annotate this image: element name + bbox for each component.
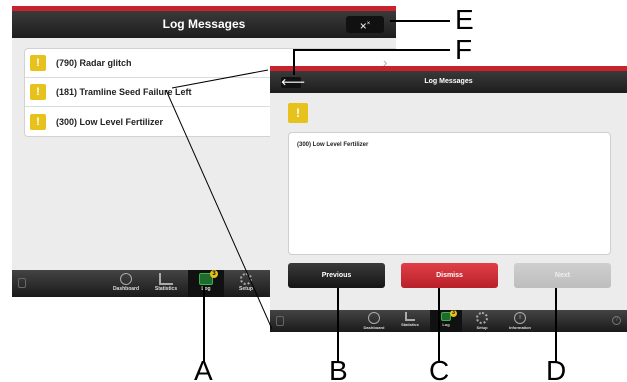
- connector-line-upper: [171, 69, 269, 89]
- callout-label-b: B: [329, 355, 348, 382]
- callout-lines: [165, 20, 557, 363]
- callout-label-a: A: [194, 355, 213, 382]
- callout-label-e: E: [455, 4, 474, 35]
- connector-line-lower: [165, 89, 273, 330]
- callout-line-f: [293, 49, 450, 75]
- figure: Log Messages ×× ! (790) Radar glitch › !…: [0, 0, 627, 382]
- callout-label-d: D: [546, 355, 567, 382]
- callout-label-c: C: [429, 355, 450, 382]
- callout-label-f: F: [455, 34, 473, 65]
